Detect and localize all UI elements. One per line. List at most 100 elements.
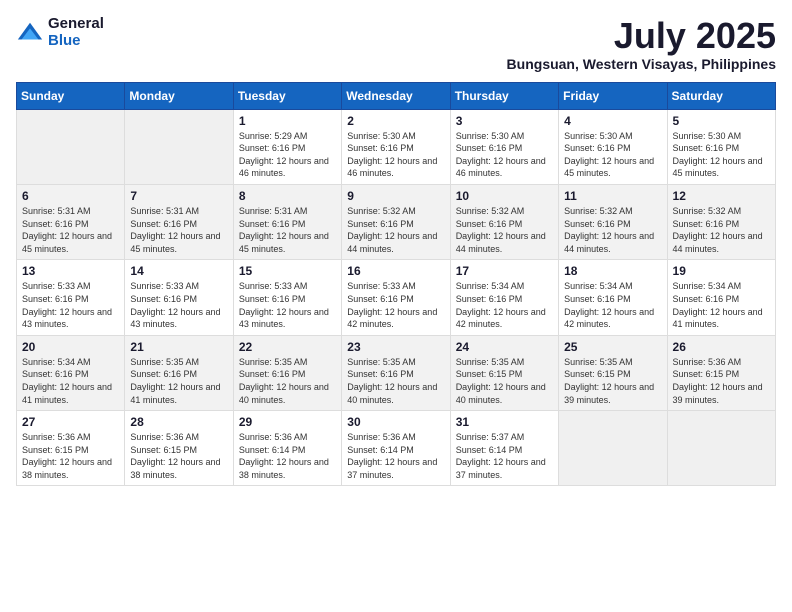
day-info: Sunrise: 5:35 AM Sunset: 6:16 PM Dayligh… <box>130 356 227 406</box>
day-info: Sunrise: 5:30 AM Sunset: 6:16 PM Dayligh… <box>347 130 444 180</box>
day-number: 2 <box>347 114 444 128</box>
calendar-cell: 2 Sunrise: 5:30 AM Sunset: 6:16 PM Daylig… <box>342 109 450 184</box>
week-row-2: 6 Sunrise: 5:31 AM Sunset: 6:16 PM Daylig… <box>17 184 776 259</box>
column-header-wednesday: Wednesday <box>342 82 450 109</box>
day-number: 8 <box>239 189 336 203</box>
calendar-cell: 19 Sunrise: 5:34 AM Sunset: 6:16 PM Dayli… <box>667 260 775 335</box>
column-header-saturday: Saturday <box>667 82 775 109</box>
calendar-cell <box>17 109 125 184</box>
calendar-cell: 5Sunrise: 5:30 AM Sunset: 6:16 PM Daylig… <box>667 109 775 184</box>
day-number: 20 <box>22 340 119 354</box>
column-header-tuesday: Tuesday <box>233 82 341 109</box>
calendar-cell: 14 Sunrise: 5:33 AM Sunset: 6:16 PM Dayli… <box>125 260 233 335</box>
day-info: Sunrise: 5:36 AM Sunset: 6:14 PM Dayligh… <box>239 431 336 481</box>
location-subtitle: Bungsuan, Western Visayas, Philippines <box>507 56 776 72</box>
day-number: 24 <box>456 340 553 354</box>
calendar-cell: 23 Sunrise: 5:35 AM Sunset: 6:16 PM Dayli… <box>342 335 450 410</box>
page-header: General Blue July 2025 Bungsuan, Western… <box>16 16 776 72</box>
column-header-sunday: Sunday <box>17 82 125 109</box>
day-info: Sunrise: 5:34 AM Sunset: 6:16 PM Dayligh… <box>22 356 119 406</box>
day-number: 18 <box>564 264 661 278</box>
day-number: 21 <box>130 340 227 354</box>
day-number: 14 <box>130 264 227 278</box>
week-row-3: 13 Sunrise: 5:33 AM Sunset: 6:16 PM Dayli… <box>17 260 776 335</box>
column-header-monday: Monday <box>125 82 233 109</box>
calendar-cell: 30 Sunrise: 5:36 AM Sunset: 6:14 PM Dayli… <box>342 411 450 486</box>
day-number: 26 <box>673 340 770 354</box>
day-info: Sunrise: 5:30 AM Sunset: 6:16 PM Dayligh… <box>673 130 770 180</box>
day-info: Sunrise: 5:31 AM Sunset: 6:16 PM Dayligh… <box>239 205 336 255</box>
logo: General Blue <box>16 16 104 49</box>
day-info: Sunrise: 5:36 AM Sunset: 6:14 PM Dayligh… <box>347 431 444 481</box>
day-info: Sunrise: 5:31 AM Sunset: 6:16 PM Dayligh… <box>22 205 119 255</box>
day-info: Sunrise: 5:32 AM Sunset: 6:16 PM Dayligh… <box>456 205 553 255</box>
day-info: Sunrise: 5:33 AM Sunset: 6:16 PM Dayligh… <box>239 280 336 330</box>
calendar-cell: 24 Sunrise: 5:35 AM Sunset: 6:15 PM Dayli… <box>450 335 558 410</box>
day-number: 22 <box>239 340 336 354</box>
calendar-cell: 7 Sunrise: 5:31 AM Sunset: 6:16 PM Daylig… <box>125 184 233 259</box>
day-info: Sunrise: 5:30 AM Sunset: 6:16 PM Dayligh… <box>456 130 553 180</box>
day-info: Sunrise: 5:36 AM Sunset: 6:15 PM Dayligh… <box>673 356 770 406</box>
calendar-header: SundayMondayTuesdayWednesdayThursdayFrid… <box>17 82 776 109</box>
day-info: Sunrise: 5:35 AM Sunset: 6:16 PM Dayligh… <box>347 356 444 406</box>
day-number: 3 <box>456 114 553 128</box>
day-info: Sunrise: 5:32 AM Sunset: 6:16 PM Dayligh… <box>673 205 770 255</box>
day-info: Sunrise: 5:37 AM Sunset: 6:14 PM Dayligh… <box>456 431 553 481</box>
calendar-cell: 10 Sunrise: 5:32 AM Sunset: 6:16 PM Dayli… <box>450 184 558 259</box>
day-info: Sunrise: 5:33 AM Sunset: 6:16 PM Dayligh… <box>347 280 444 330</box>
day-info: Sunrise: 5:35 AM Sunset: 6:16 PM Dayligh… <box>239 356 336 406</box>
logo-text: General Blue <box>48 16 104 49</box>
day-info: Sunrise: 5:32 AM Sunset: 6:16 PM Dayligh… <box>347 205 444 255</box>
day-info: Sunrise: 5:31 AM Sunset: 6:16 PM Dayligh… <box>130 205 227 255</box>
logo-general: General <box>48 16 104 33</box>
day-info: Sunrise: 5:34 AM Sunset: 6:16 PM Dayligh… <box>673 280 770 330</box>
calendar-cell: 3 Sunrise: 5:30 AM Sunset: 6:16 PM Daylig… <box>450 109 558 184</box>
day-number: 25 <box>564 340 661 354</box>
calendar-cell: 16Sunrise: 5:33 AM Sunset: 6:16 PM Dayli… <box>342 260 450 335</box>
calendar-cell: 11 Sunrise: 5:32 AM Sunset: 6:16 PM Dayli… <box>559 184 667 259</box>
week-row-1: 1Sunrise: 5:29 AM Sunset: 6:16 PM Daylig… <box>17 109 776 184</box>
day-number: 12 <box>673 189 770 203</box>
calendar-cell <box>559 411 667 486</box>
title-block: July 2025 Bungsuan, Western Visayas, Phi… <box>507 16 776 72</box>
calendar-cell: 31 Sunrise: 5:37 AM Sunset: 6:14 PM Dayli… <box>450 411 558 486</box>
calendar-cell: 20 Sunrise: 5:34 AM Sunset: 6:16 PM Dayli… <box>17 335 125 410</box>
week-row-4: 20 Sunrise: 5:34 AM Sunset: 6:16 PM Dayli… <box>17 335 776 410</box>
calendar-cell: 9Sunrise: 5:32 AM Sunset: 6:16 PM Daylig… <box>342 184 450 259</box>
day-number: 7 <box>130 189 227 203</box>
calendar-cell: 8 Sunrise: 5:31 AM Sunset: 6:16 PM Daylig… <box>233 184 341 259</box>
calendar-cell: 13 Sunrise: 5:33 AM Sunset: 6:16 PM Dayli… <box>17 260 125 335</box>
day-number: 19 <box>673 264 770 278</box>
calendar-cell: 29 Sunrise: 5:36 AM Sunset: 6:14 PM Dayli… <box>233 411 341 486</box>
calendar-cell: 27 Sunrise: 5:36 AM Sunset: 6:15 PM Dayli… <box>17 411 125 486</box>
day-number: 13 <box>22 264 119 278</box>
day-info: Sunrise: 5:35 AM Sunset: 6:15 PM Dayligh… <box>564 356 661 406</box>
day-number: 23 <box>347 340 444 354</box>
calendar-cell <box>125 109 233 184</box>
day-info: Sunrise: 5:36 AM Sunset: 6:15 PM Dayligh… <box>22 431 119 481</box>
calendar-cell: 1Sunrise: 5:29 AM Sunset: 6:16 PM Daylig… <box>233 109 341 184</box>
day-number: 10 <box>456 189 553 203</box>
day-info: Sunrise: 5:33 AM Sunset: 6:16 PM Dayligh… <box>22 280 119 330</box>
calendar-cell: 22 Sunrise: 5:35 AM Sunset: 6:16 PM Dayli… <box>233 335 341 410</box>
day-info: Sunrise: 5:36 AM Sunset: 6:15 PM Dayligh… <box>130 431 227 481</box>
day-number: 11 <box>564 189 661 203</box>
day-number: 4 <box>564 114 661 128</box>
calendar-cell: 4Sunrise: 5:30 AM Sunset: 6:16 PM Daylig… <box>559 109 667 184</box>
day-info: Sunrise: 5:34 AM Sunset: 6:16 PM Dayligh… <box>564 280 661 330</box>
day-info: Sunrise: 5:35 AM Sunset: 6:15 PM Dayligh… <box>456 356 553 406</box>
logo-blue: Blue <box>48 33 104 50</box>
day-info: Sunrise: 5:33 AM Sunset: 6:16 PM Dayligh… <box>130 280 227 330</box>
day-number: 27 <box>22 415 119 429</box>
day-info: Sunrise: 5:32 AM Sunset: 6:16 PM Dayligh… <box>564 205 661 255</box>
day-number: 15 <box>239 264 336 278</box>
calendar-cell: 21 Sunrise: 5:35 AM Sunset: 6:16 PM Dayli… <box>125 335 233 410</box>
day-number: 30 <box>347 415 444 429</box>
day-number: 31 <box>456 415 553 429</box>
column-header-thursday: Thursday <box>450 82 558 109</box>
calendar-cell: 28Sunrise: 5:36 AM Sunset: 6:15 PM Dayli… <box>125 411 233 486</box>
week-row-5: 27 Sunrise: 5:36 AM Sunset: 6:15 PM Dayli… <box>17 411 776 486</box>
day-number: 6 <box>22 189 119 203</box>
day-number: 29 <box>239 415 336 429</box>
day-number: 1 <box>239 114 336 128</box>
